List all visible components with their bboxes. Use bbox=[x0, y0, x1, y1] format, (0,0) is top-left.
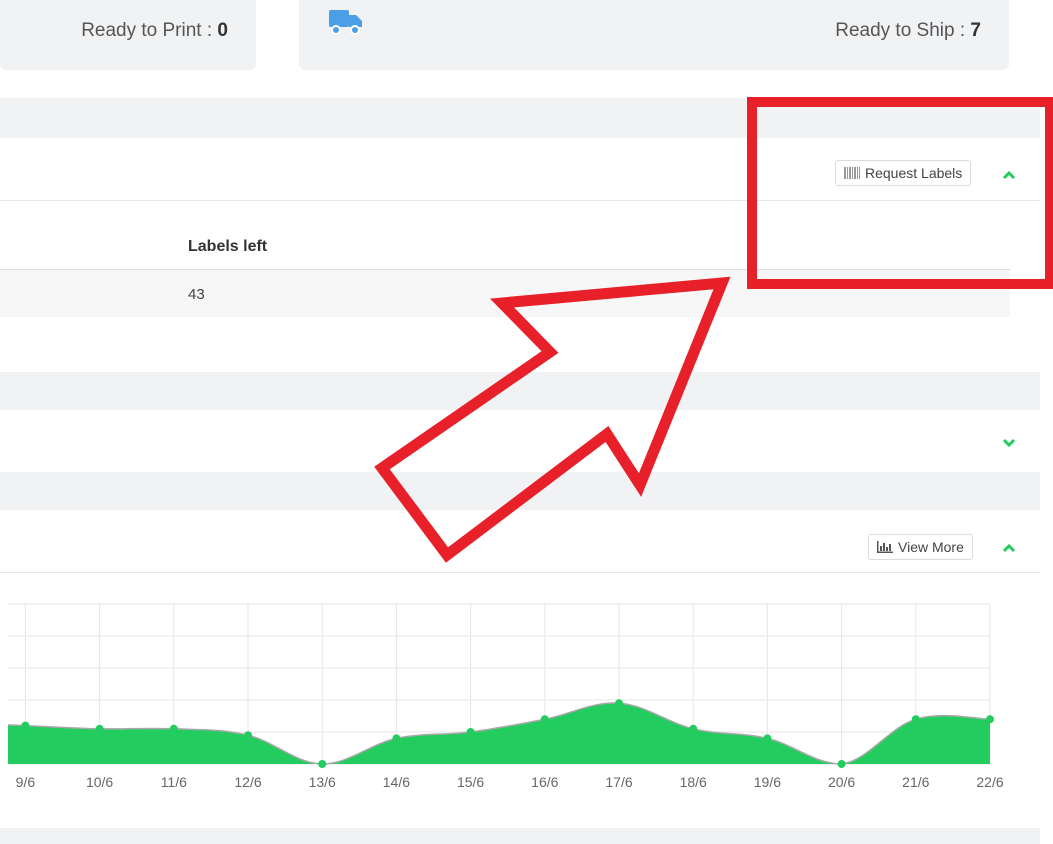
x-tick-label: 11/6 bbox=[161, 774, 187, 790]
ready-to-print-count: 0 bbox=[217, 20, 228, 41]
data-point bbox=[986, 715, 994, 724]
x-tick-label: 14/6 bbox=[383, 774, 410, 790]
labels-chart: 9/6 10/6 11/6 12/6 13/6 14/6 15/6 16/6 17/6 18/6 1… bbox=[8, 603, 1004, 790]
x-tick-label: 10/6 bbox=[86, 774, 113, 790]
x-tick-label: 19/6 bbox=[754, 774, 781, 790]
request-labels-button[interactable]: Request Labels bbox=[835, 160, 972, 186]
data-point bbox=[763, 734, 772, 743]
x-tick-label: 20/6 bbox=[828, 774, 855, 790]
x-tick-label: 9/6 bbox=[16, 774, 36, 790]
view-more-button[interactable]: View More bbox=[868, 534, 973, 560]
x-tick-label: 12/6 bbox=[234, 774, 261, 790]
data-point bbox=[318, 760, 327, 768]
x-tick-label: 13/6 bbox=[309, 774, 336, 790]
bar-chart-icon bbox=[877, 541, 893, 553]
data-point bbox=[615, 699, 623, 708]
request-labels-label: Request Labels bbox=[865, 165, 963, 181]
x-tick-label: 17/6 bbox=[605, 774, 632, 790]
page-background-band bbox=[0, 472, 1040, 510]
ready-to-ship-count: 7 bbox=[970, 20, 981, 41]
labels-left-header: Labels left bbox=[188, 238, 268, 255]
chevron-up-icon[interactable] bbox=[1001, 540, 1017, 556]
data-point bbox=[21, 721, 30, 730]
x-tick-label: 21/6 bbox=[902, 774, 929, 790]
page-background-band bbox=[0, 98, 1040, 138]
data-point bbox=[689, 724, 698, 733]
data-point bbox=[911, 715, 920, 724]
data-point bbox=[169, 724, 178, 733]
data-point bbox=[837, 760, 846, 768]
x-tick-label: 18/6 bbox=[680, 774, 707, 790]
labels-left-value: 43 bbox=[188, 286, 205, 303]
ready-to-print-card[interactable]: Ready to Print : 0 bbox=[0, 0, 256, 70]
page-background-band bbox=[0, 372, 1040, 410]
panel-divider bbox=[0, 572, 1040, 573]
panel-divider bbox=[0, 200, 1040, 201]
data-point bbox=[392, 734, 401, 743]
x-tick-label: 15/6 bbox=[457, 774, 484, 790]
x-tick-label: 16/6 bbox=[531, 774, 558, 790]
x-tick-label: 22/6 bbox=[976, 774, 1003, 790]
collapsed-panel bbox=[0, 410, 1040, 472]
table-row: 43 bbox=[0, 270, 1010, 317]
ready-to-print-text: Ready to Print : 0 bbox=[81, 20, 228, 41]
data-point bbox=[244, 731, 252, 740]
data-point bbox=[540, 715, 549, 724]
labels-panel: Request Labels Labels left 43 bbox=[0, 138, 1040, 372]
data-point bbox=[95, 724, 104, 733]
barcode-icon bbox=[844, 167, 860, 179]
chevron-up-icon[interactable] bbox=[1001, 167, 1017, 183]
chevron-down-icon[interactable] bbox=[1001, 435, 1017, 451]
ready-to-ship-text: Ready to Ship : 7 bbox=[835, 20, 981, 41]
view-more-label: View More bbox=[898, 539, 964, 555]
truck-icon bbox=[329, 8, 363, 42]
data-point bbox=[466, 728, 475, 736]
page-background-band bbox=[0, 828, 1040, 844]
ready-to-ship-card[interactable]: Ready to Ship : 7 bbox=[299, 0, 1009, 70]
